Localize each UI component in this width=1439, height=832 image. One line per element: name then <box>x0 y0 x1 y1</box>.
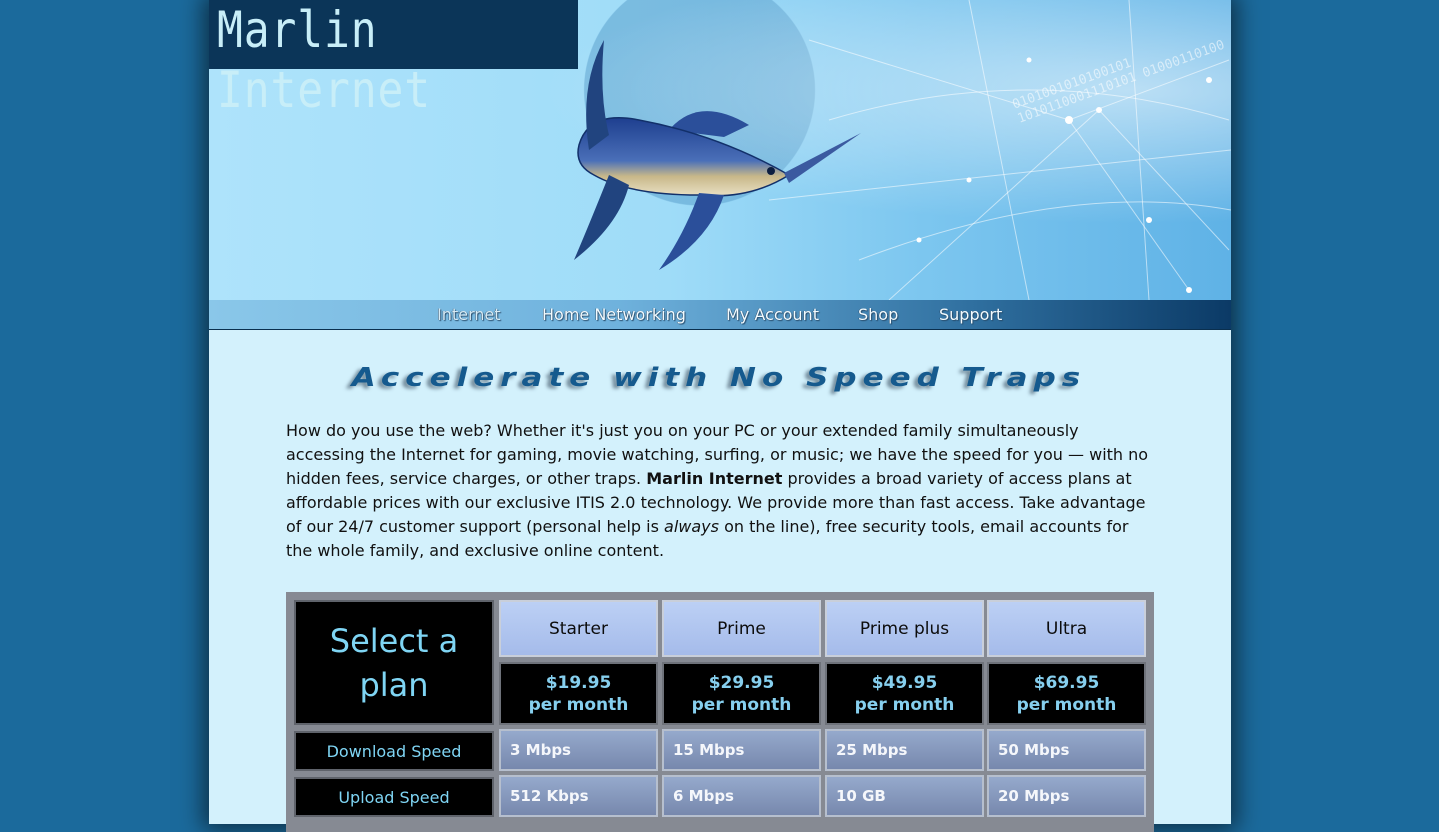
plan-price-prime: $29.95 per month <box>662 662 821 725</box>
intro-brand: Marlin Internet <box>646 469 783 488</box>
nav-item-support[interactable]: Support <box>939 305 1002 324</box>
plan-name-prime-plus[interactable]: Prime plus <box>825 600 984 657</box>
download-speed-prime-plus: 25 Mbps <box>825 729 984 771</box>
download-speed-ultra: 50 Mbps <box>987 729 1146 771</box>
intro-paragraph: How do you use the web? Whether it's jus… <box>286 419 1158 563</box>
nav-item-home-networking[interactable]: Home Networking <box>542 305 686 324</box>
plan-price-starter: $19.95 per month <box>499 662 658 725</box>
nav-item-my-account[interactable]: My Account <box>726 305 819 324</box>
download-speed-label: Download Speed <box>294 731 494 771</box>
intro-emphasis: always <box>664 517 719 536</box>
price-value: $19.95 <box>545 672 612 693</box>
upload-speed-ultra: 20 Mbps <box>987 775 1146 817</box>
plan-name-starter[interactable]: Starter <box>499 600 658 657</box>
plan-price-prime-plus: $49.95 per month <box>825 662 984 725</box>
nav-item-internet[interactable]: Internet <box>437 305 501 324</box>
price-value: $49.95 <box>871 672 938 693</box>
marlin-fish-image <box>574 40 861 270</box>
header-banner: 0101001010100101 1010110001110101 010001… <box>209 0 1231 300</box>
price-period: per month <box>528 694 629 715</box>
upload-speed-prime: 6 Mbps <box>662 775 821 817</box>
page-container: 0101001010100101 1010110001110101 010001… <box>209 0 1231 832</box>
upload-speed-label: Upload Speed <box>294 777 494 817</box>
price-value: $69.95 <box>1033 672 1100 693</box>
page-heading: Accelerate with No Speed Traps <box>351 363 1087 393</box>
select-plan-heading: Select a plan <box>294 600 494 725</box>
plan-name-prime[interactable]: Prime <box>662 600 821 657</box>
logo-text: Marlin Internet <box>217 1 431 119</box>
download-speed-prime: 15 Mbps <box>662 729 821 771</box>
upload-speed-prime-plus: 10 GB <box>825 775 984 817</box>
plan-name-ultra[interactable]: Ultra <box>987 600 1146 657</box>
plan-price-ultra: $69.95 per month <box>987 662 1146 725</box>
nav-item-shop[interactable]: Shop <box>858 305 898 324</box>
price-period: per month <box>854 694 955 715</box>
price-value: $29.95 <box>708 672 775 693</box>
logo[interactable]: Marlin Internet <box>209 0 578 119</box>
upload-speed-starter: 512 Kbps <box>499 775 658 817</box>
price-period: per month <box>691 694 792 715</box>
plans-table: Select a plan Starter Prime Prime plus U… <box>286 592 1154 832</box>
main-nav: Internet Home Networking My Account Shop… <box>209 300 1231 330</box>
price-period: per month <box>1016 694 1117 715</box>
download-speed-starter: 3 Mbps <box>499 729 658 771</box>
